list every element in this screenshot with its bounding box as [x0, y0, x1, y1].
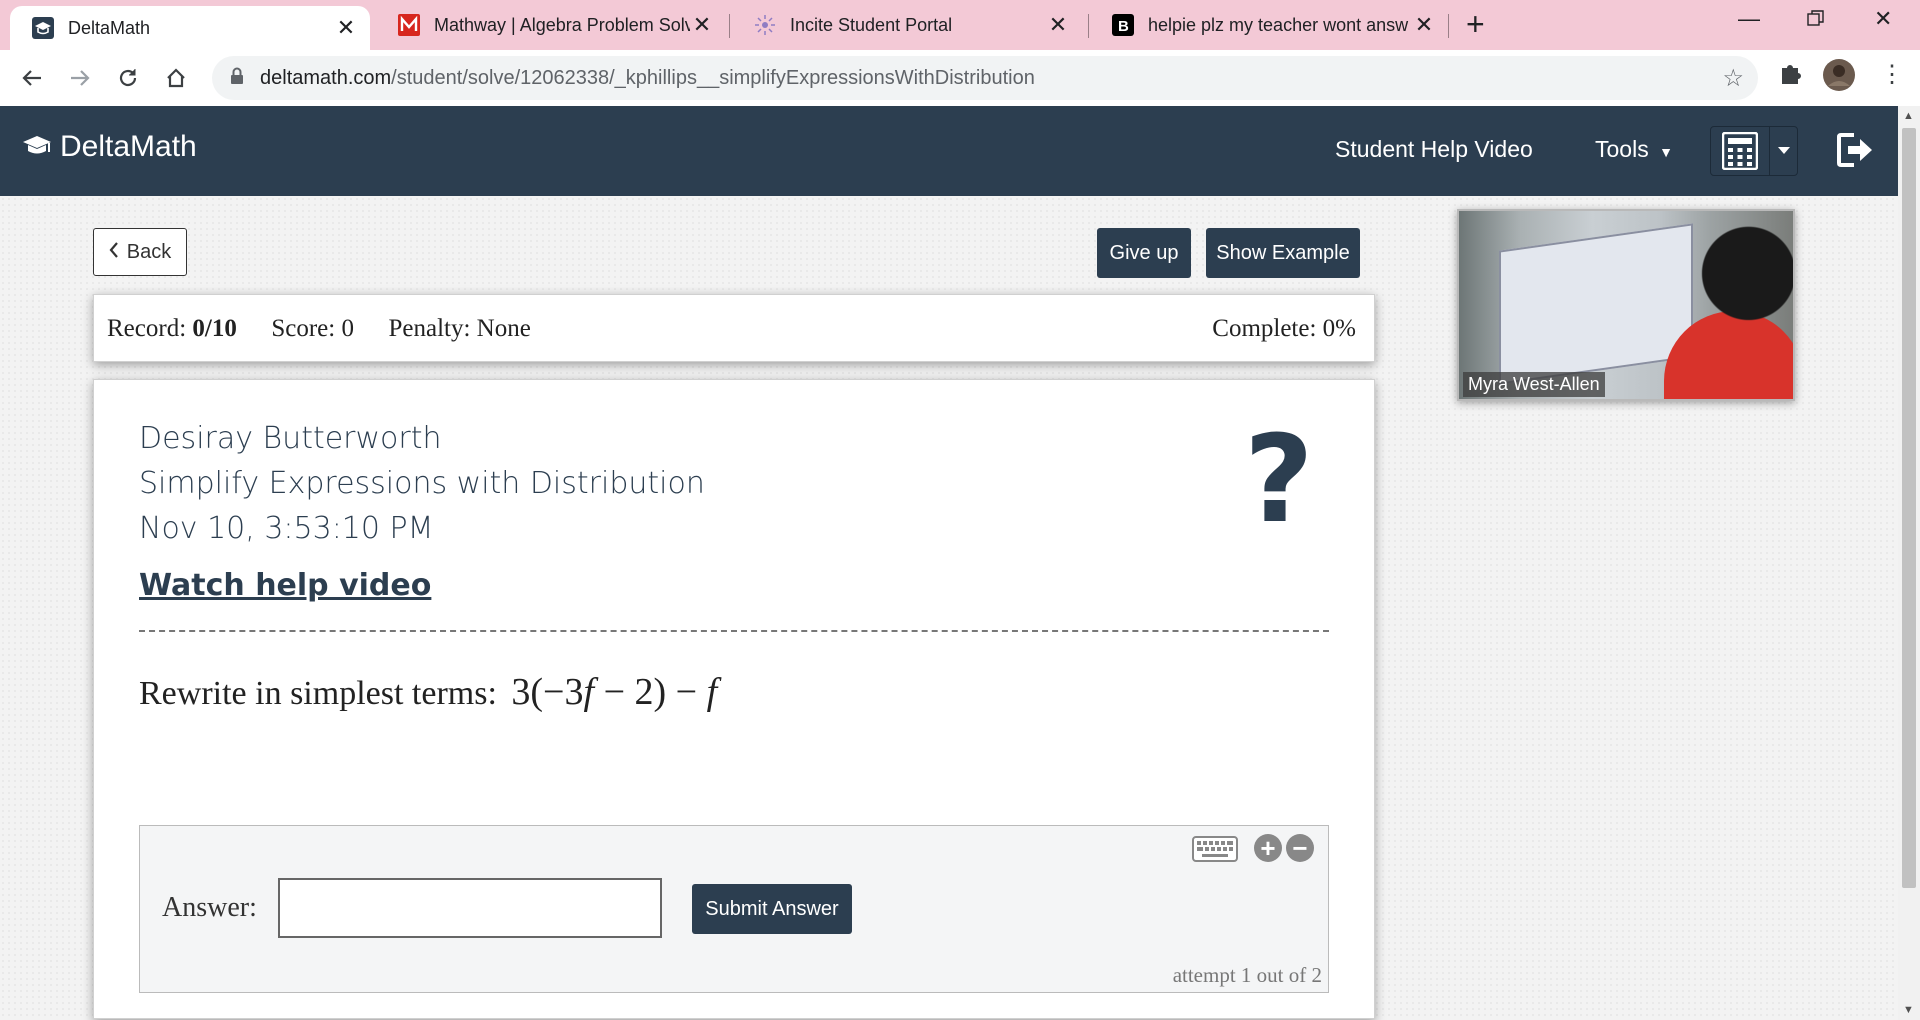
- back-arrow-icon[interactable]: [14, 60, 50, 96]
- question-prompt: Rewrite in simplest terms: 3(−3f − 2) − …: [139, 670, 717, 714]
- incite-favicon-icon: [754, 14, 776, 36]
- record-label: Record:: [107, 315, 187, 342]
- back-label: Back: [126, 240, 172, 263]
- problem-card: Desiray Butterworth Simplify Expressions…: [93, 379, 1375, 1019]
- close-window-icon[interactable]: ✕: [1874, 6, 1892, 32]
- browser-menu-icon[interactable]: ⋮: [1880, 60, 1904, 89]
- calculator-icon[interactable]: [1711, 127, 1770, 175]
- minimize-icon[interactable]: —: [1738, 6, 1760, 32]
- close-tab-icon[interactable]: ✕: [334, 15, 358, 41]
- back-button[interactable]: Back: [93, 228, 187, 276]
- tools-label: Tools: [1595, 136, 1649, 162]
- mathway-favicon-icon: [398, 14, 420, 36]
- expression-mid: − 2) −: [594, 671, 707, 713]
- tab-title: Mathway | Algebra Problem Solv: [434, 14, 690, 35]
- expression-variable: f: [583, 671, 595, 713]
- tools-dropdown[interactable]: Tools ▼: [1595, 136, 1673, 163]
- question-mark-icon[interactable]: ?: [1244, 421, 1314, 541]
- problem-topic: Simplify Expressions with Distribution: [139, 466, 705, 501]
- scroll-down-icon[interactable]: ▼: [1903, 1004, 1914, 1016]
- deltamath-favicon-icon: [32, 17, 54, 39]
- scrollbar-thumb[interactable]: [1902, 128, 1916, 888]
- tab-brainly[interactable]: B helpie plz my teacher wont answ ✕: [1090, 0, 1448, 50]
- attempt-counter: attempt 1 out of 2: [1172, 963, 1322, 987]
- problem-info: Desiray Butterworth Simplify Expressions…: [139, 416, 705, 551]
- graduation-cap-icon: [23, 136, 51, 154]
- problem-timestamp: Nov 10, 3:53:10 PM: [139, 511, 434, 546]
- profile-avatar[interactable]: [1822, 58, 1856, 97]
- page-content: DeltaMath Student Help Video Tools ▼ Bac…: [0, 106, 1898, 1020]
- answer-label: Answer:: [162, 892, 257, 923]
- expression-lead: 3(−3: [511, 671, 584, 713]
- record-value: 0/10: [192, 315, 237, 342]
- scroll-up-icon[interactable]: ▲: [1903, 110, 1914, 122]
- answer-area: + − Answer: Submit Answer attempt 1 out …: [139, 825, 1329, 993]
- question-text: Rewrite in simplest terms:: [139, 675, 497, 712]
- deltamath-navbar: DeltaMath Student Help Video Tools ▼: [0, 106, 1898, 196]
- home-icon[interactable]: [158, 60, 194, 96]
- dashed-divider: [139, 630, 1329, 632]
- new-tab-plus-icon[interactable]: +: [1466, 6, 1485, 42]
- logo-text: DeltaMath: [60, 130, 197, 163]
- address-bar[interactable]: deltamath.com/student/solve/12062338/_kp…: [212, 56, 1758, 100]
- lock-icon[interactable]: [230, 67, 244, 90]
- score-text: Score: 0: [271, 315, 354, 342]
- deltamath-logo[interactable]: DeltaMath: [22, 130, 197, 164]
- url-host: deltamath.com: [260, 66, 392, 89]
- math-expression: 3(−3f − 2) − f: [511, 671, 717, 713]
- tab-incite[interactable]: Incite Student Portal ✕: [732, 0, 1082, 50]
- tab-title: helpie plz my teacher wont answ: [1148, 14, 1409, 35]
- tab-title: DeltaMath: [68, 17, 151, 38]
- record-bar: Record: 0/10 Score: 0 Penalty: None Comp…: [93, 294, 1375, 362]
- logout-icon[interactable]: [1836, 132, 1874, 173]
- submit-answer-button[interactable]: Submit Answer: [692, 884, 852, 934]
- forward-arrow-icon[interactable]: [62, 60, 98, 96]
- calculator-caret-icon[interactable]: [1770, 147, 1797, 155]
- keyboard-icon[interactable]: [1192, 836, 1238, 867]
- url-path: /student/solve/12062338/_kphillips__simp…: [391, 66, 1035, 89]
- tab-mathway[interactable]: Mathway | Algebra Problem Solv ✕: [376, 0, 726, 50]
- bookmark-star-icon[interactable]: ☆: [1722, 64, 1744, 93]
- zoom-controls: + −: [1254, 834, 1314, 862]
- expression-variable: f: [706, 671, 718, 713]
- close-tab-icon[interactable]: ✕: [1046, 12, 1070, 38]
- page-scrollbar[interactable]: ▲ ▼: [1898, 106, 1920, 1020]
- restore-icon[interactable]: [1806, 8, 1826, 34]
- complete-text: Complete: 0%: [1212, 315, 1356, 342]
- url-text: deltamath.com/student/solve/12062338/_kp…: [260, 67, 1035, 90]
- caret-down-icon: ▼: [1659, 144, 1673, 160]
- close-tab-icon[interactable]: ✕: [690, 12, 714, 38]
- video-background-board: [1499, 223, 1693, 385]
- watch-help-video-link[interactable]: Watch help video: [139, 568, 431, 603]
- browser-tab-strip: DeltaMath ✕ Mathway | Algebra Problem So…: [0, 0, 1920, 50]
- tab-separator: [1088, 14, 1089, 38]
- student-help-video-link[interactable]: Student Help Video: [1335, 136, 1533, 163]
- tab-title: Incite Student Portal: [790, 14, 953, 35]
- show-example-button[interactable]: Show Example: [1206, 228, 1360, 278]
- zoom-out-minus-icon[interactable]: −: [1286, 834, 1314, 862]
- tab-deltamath[interactable]: DeltaMath ✕: [10, 6, 370, 50]
- reload-icon[interactable]: [110, 60, 146, 96]
- video-call-thumbnail[interactable]: Myra West-Allen: [1457, 209, 1795, 401]
- calculator-button[interactable]: [1710, 126, 1798, 176]
- penalty-text: Penalty: None: [388, 315, 531, 342]
- give-up-button[interactable]: Give up: [1097, 228, 1191, 278]
- extensions-puzzle-icon[interactable]: [1778, 60, 1804, 91]
- record-stats: Record: 0/10 Score: 0 Penalty: None: [107, 315, 531, 343]
- close-tab-icon[interactable]: ✕: [1412, 12, 1436, 38]
- browser-toolbar: deltamath.com/student/solve/12062338/_kp…: [0, 50, 1920, 107]
- brainly-favicon-icon: B: [1112, 14, 1134, 36]
- zoom-in-plus-icon[interactable]: +: [1254, 834, 1282, 862]
- svg-text:B: B: [1118, 18, 1129, 35]
- answer-input[interactable]: [278, 878, 662, 938]
- tab-separator: [729, 14, 730, 38]
- participant-name: Myra West-Allen: [1463, 372, 1605, 397]
- video-person: [1687, 223, 1793, 399]
- chevron-left-icon: [109, 241, 119, 264]
- student-name: Desiray Butterworth: [139, 421, 442, 456]
- tab-separator: [1448, 14, 1449, 38]
